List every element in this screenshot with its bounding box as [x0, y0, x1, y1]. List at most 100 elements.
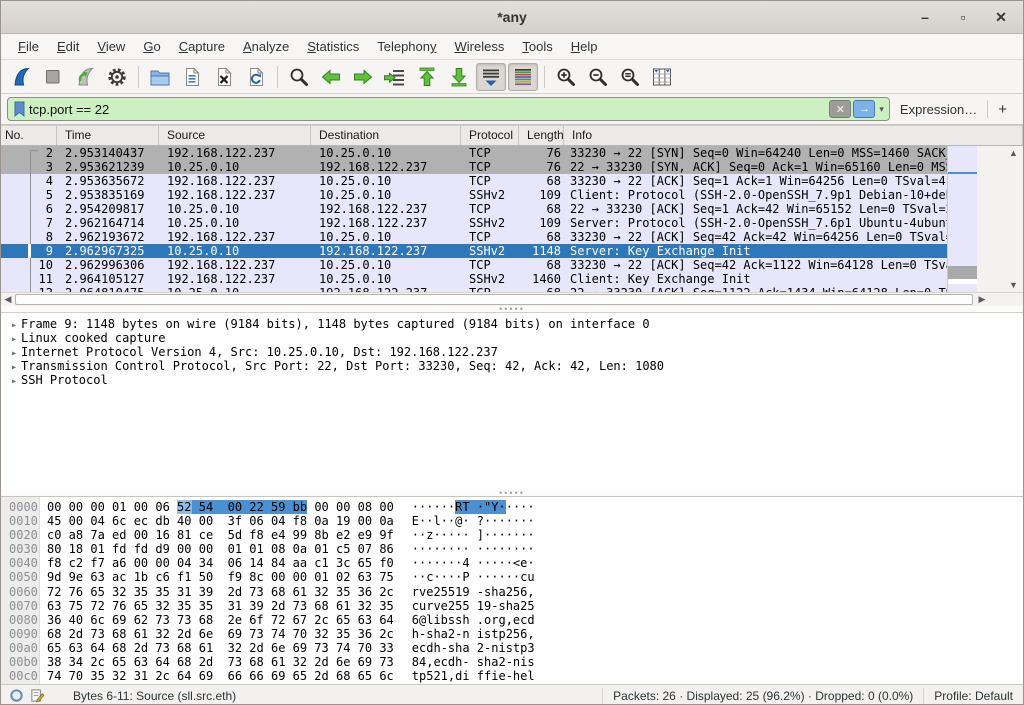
hex-bytes[interactable]: 65 63 64 68 2d 73 68 61 32 2d 6e 69 73 7…: [47, 641, 394, 655]
column-header-length[interactable]: Length: [519, 126, 564, 145]
hex-bytes[interactable]: 00 00 00 01 00 06 52 54 00 22 59 bb 00 0…: [47, 500, 394, 514]
hex-ascii[interactable]: h-sha2-n istp256,: [412, 627, 535, 641]
hex-ascii[interactable]: ecdh-sha 2-nistp3: [412, 641, 535, 655]
colorize-packets-button[interactable]: [508, 63, 538, 91]
menu-statistics[interactable]: Statistics: [298, 36, 368, 57]
column-header-info[interactable]: Info: [564, 126, 1023, 145]
detail-row-0[interactable]: ▸Frame 9: 1148 bytes on wire (9184 bits)…: [7, 317, 1023, 331]
hex-ascii[interactable]: rve25519 -sha256,: [412, 585, 535, 599]
hex-bytes[interactable]: 63 75 72 76 65 32 35 35 31 39 2d 73 68 6…: [47, 599, 394, 613]
expression-button[interactable]: Expression…: [890, 102, 987, 117]
hex-ascii[interactable]: 84,ecdh- sha2-nis: [412, 655, 535, 669]
hex-bytes[interactable]: 72 76 65 32 35 35 31 39 2d 73 68 61 32 3…: [47, 585, 394, 599]
menu-analyze[interactable]: Analyze: [234, 36, 298, 57]
goto-packet-button[interactable]: [380, 63, 410, 91]
menu-edit[interactable]: Edit: [48, 36, 88, 57]
status-profile[interactable]: Profile: Default: [923, 688, 1023, 704]
close-button[interactable]: ✕: [989, 5, 1013, 29]
close-file-button[interactable]: [209, 63, 239, 91]
filter-clear-button[interactable]: ✕: [829, 100, 851, 118]
add-filter-button[interactable]: +: [988, 101, 1017, 118]
intelligent-scrollbar-minimap[interactable]: [947, 146, 977, 292]
zoom-in-button[interactable]: [551, 63, 581, 91]
hex-bytes[interactable]: 38 34 2c 65 63 64 68 2d 73 68 61 32 2d 6…: [47, 655, 394, 669]
detail-row-4[interactable]: ▸SSH Protocol: [7, 373, 1023, 387]
hex-ascii[interactable]: ······RT ·"Y·····: [412, 500, 535, 514]
reload-file-button[interactable]: [241, 63, 271, 91]
menu-go[interactable]: Go: [134, 36, 169, 57]
expander-triangle-icon[interactable]: ▸: [7, 375, 21, 389]
display-filter-input[interactable]: [27, 99, 827, 119]
detail-row-2[interactable]: ▸Internet Protocol Version 4, Src: 10.25…: [7, 345, 1023, 359]
packet-row-10[interactable]: 102.962996306192.168.122.23710.25.0.10TC…: [1, 258, 977, 272]
hex-row-0060[interactable]: 006072 76 65 32 35 35 31 39 2d 73 68 61 …: [1, 585, 1023, 599]
scroll-down-arrow-icon[interactable]: ▼: [1006, 278, 1021, 292]
hex-ascii[interactable]: E··l··@· ?·······: [412, 514, 535, 528]
menu-file[interactable]: File: [9, 36, 48, 57]
packet-row-6[interactable]: 62.95420981710.25.0.10192.168.122.237TCP…: [1, 202, 977, 216]
hex-bytes[interactable]: 9d 9e 63 ac 1b c6 f1 50 f9 8c 00 00 01 0…: [47, 570, 394, 584]
column-header-protocol[interactable]: Protocol: [461, 126, 519, 145]
restart-capture-button[interactable]: [70, 63, 100, 91]
hex-bytes[interactable]: 36 40 6c 69 62 73 73 68 2e 6f 72 67 2c 6…: [47, 613, 394, 627]
display-filter-field[interactable]: ✕ → ▾: [7, 97, 890, 121]
scroll-left-arrow-icon[interactable]: ◀: [1, 293, 15, 306]
hex-ascii[interactable]: tp521,di ffie-hel: [412, 669, 535, 683]
hex-row-0050[interactable]: 00509d 9e 63 ac 1b c6 f1 50 f9 8c 00 00 …: [1, 570, 1023, 584]
next-packet-button[interactable]: [348, 63, 378, 91]
start-capture-button[interactable]: [6, 63, 36, 91]
hex-row-0080[interactable]: 008036 40 6c 69 62 73 73 68 2e 6f 72 67 …: [1, 613, 1023, 627]
minimize-button[interactable]: –: [913, 5, 937, 29]
maximize-button[interactable]: ▫: [951, 5, 975, 29]
resize-columns-button[interactable]: [647, 63, 677, 91]
hex-row-0070[interactable]: 007063 75 72 76 65 32 35 35 31 39 2d 73 …: [1, 599, 1023, 613]
hex-row-0090[interactable]: 009068 2d 73 68 61 32 2d 6e 69 73 74 70 …: [1, 627, 1023, 641]
packet-row-3[interactable]: 32.95362123910.25.0.10192.168.122.237TCP…: [1, 160, 977, 174]
packet-row-9[interactable]: 92.96296732510.25.0.10192.168.122.237SSH…: [1, 244, 977, 258]
hex-bytes[interactable]: 74 70 35 32 31 2c 64 69 66 66 69 65 2d 6…: [47, 669, 394, 683]
packet-row-5[interactable]: 52.953835169192.168.122.23710.25.0.10SSH…: [1, 188, 977, 202]
packet-row-4[interactable]: 42.953635672192.168.122.23710.25.0.10TCP…: [1, 174, 977, 188]
packet-row-8[interactable]: 82.962193672192.168.122.23710.25.0.10TCP…: [1, 230, 977, 244]
hex-row-00a0[interactable]: 00a065 63 64 68 2d 73 68 61 32 2d 6e 69 …: [1, 641, 1023, 655]
menu-help[interactable]: Help: [562, 36, 607, 57]
hex-ascii[interactable]: ··z····· ]·······: [412, 528, 535, 542]
title-bar[interactable]: *any – ▫ ✕: [1, 1, 1023, 34]
stop-capture-button[interactable]: [38, 63, 68, 91]
hex-row-00c0[interactable]: 00c074 70 35 32 31 2c 64 69 66 66 69 65 …: [1, 669, 1023, 683]
save-file-button[interactable]: [177, 63, 207, 91]
column-header-source[interactable]: Source: [159, 126, 311, 145]
menu-view[interactable]: View: [88, 36, 134, 57]
zoom-out-button[interactable]: [583, 63, 613, 91]
hex-ascii[interactable]: 6@libssh .org,ecd: [412, 613, 535, 627]
last-packet-button[interactable]: [444, 63, 474, 91]
hex-bytes[interactable]: 80 18 01 fd fd d9 00 00 01 01 08 0a 01 c…: [47, 542, 394, 556]
hex-row-0040[interactable]: 0040f8 c2 f7 a6 00 00 04 34 06 14 84 aa …: [1, 556, 1023, 570]
hex-ascii[interactable]: ·······4 ·····<e·: [412, 556, 535, 570]
hex-row-0010[interactable]: 001045 00 04 6c ec db 40 00 3f 06 04 f8 …: [1, 514, 1023, 528]
hex-bytes[interactable]: f8 c2 f7 a6 00 00 04 34 06 14 84 aa c1 3…: [47, 556, 394, 570]
bookmark-icon[interactable]: [11, 100, 27, 118]
detail-row-1[interactable]: ▸Linux cooked capture: [7, 331, 1023, 345]
hex-row-00b0[interactable]: 00b038 34 2c 65 63 64 68 2d 73 68 61 32 …: [1, 655, 1023, 669]
hex-bytes[interactable]: 68 2d 73 68 61 32 2d 6e 69 73 74 70 32 3…: [47, 627, 394, 641]
hex-bytes[interactable]: 45 00 04 6c ec db 40 00 3f 06 04 f8 0a 1…: [47, 514, 394, 528]
detail-row-3[interactable]: ▸Transmission Control Protocol, Src Port…: [7, 359, 1023, 373]
hex-bytes[interactable]: c0 a8 7a ed 00 16 81 ce 5d f8 e4 99 8b e…: [47, 528, 394, 542]
open-file-button[interactable]: [145, 63, 175, 91]
packet-row-2[interactable]: 22.953140437192.168.122.23710.25.0.10TCP…: [1, 146, 977, 160]
capture-options-button[interactable]: [102, 63, 132, 91]
filter-apply-button[interactable]: →: [853, 100, 875, 118]
vertical-scrollbar[interactable]: ▲ ▼: [977, 146, 1023, 292]
filter-history-caret-icon[interactable]: ▾: [879, 104, 884, 115]
menu-telephony[interactable]: Telephony: [368, 36, 445, 57]
auto-scroll-button[interactable]: [476, 63, 506, 91]
hex-row-0020[interactable]: 0020c0 a8 7a ed 00 16 81 ce 5d f8 e4 99 …: [1, 528, 1023, 542]
packet-row-7[interactable]: 72.96216471410.25.0.10192.168.122.237SSH…: [1, 216, 977, 230]
scroll-right-arrow-icon[interactable]: ▶: [975, 293, 989, 306]
menu-tools[interactable]: Tools: [513, 36, 561, 57]
hex-ascii[interactable]: ········ ········: [412, 542, 535, 556]
hex-row-0000[interactable]: 000000 00 00 01 00 06 52 54 00 22 59 bb …: [1, 500, 1023, 514]
capture-comment-icon[interactable]: [30, 688, 45, 703]
menu-wireless[interactable]: Wireless: [446, 36, 514, 57]
